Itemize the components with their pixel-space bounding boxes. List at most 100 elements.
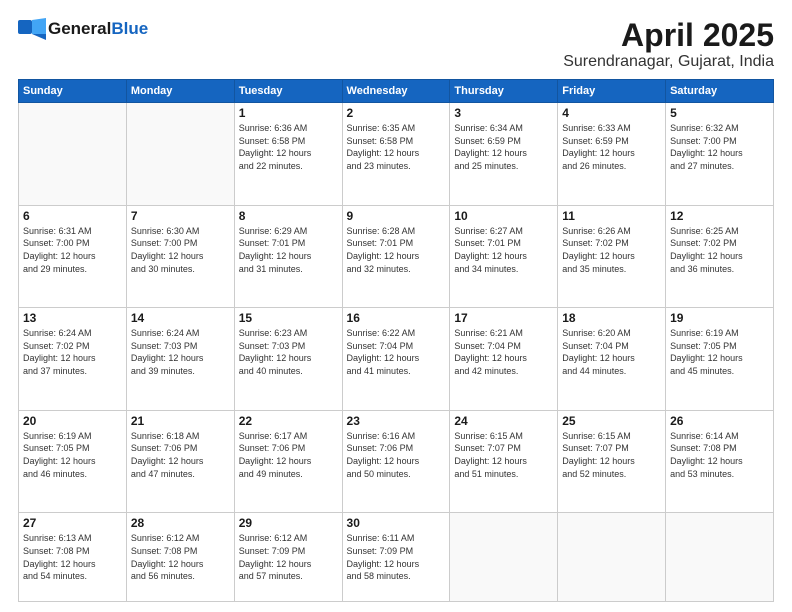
day-info: Sunrise: 6:12 AM Sunset: 7:08 PM Dayligh… (131, 532, 230, 582)
day-number: 19 (670, 311, 769, 325)
day-info: Sunrise: 6:30 AM Sunset: 7:00 PM Dayligh… (131, 225, 230, 275)
table-cell: 3 Sunrise: 6:34 AM Sunset: 6:59 PM Daylig… (450, 103, 558, 206)
table-cell: 14 Sunrise: 6:24 AM Sunset: 7:03 PM Dayli… (126, 308, 234, 411)
col-wednesday: Wednesday (342, 80, 450, 103)
day-number: 11 (562, 209, 661, 223)
col-saturday: Saturday (666, 80, 774, 103)
logo: GeneralBlue (18, 18, 148, 40)
day-number: 3 (454, 106, 553, 120)
day-number: 27 (23, 516, 122, 530)
calendar-table: Sunday Monday Tuesday Wednesday Thursday… (18, 79, 774, 602)
day-info: Sunrise: 6:27 AM Sunset: 7:01 PM Dayligh… (454, 225, 553, 275)
day-number: 23 (347, 414, 446, 428)
table-cell: 18 Sunrise: 6:20 AM Sunset: 7:04 PM Dayli… (558, 308, 666, 411)
day-info: Sunrise: 6:16 AM Sunset: 7:06 PM Dayligh… (347, 430, 446, 480)
day-number: 15 (239, 311, 338, 325)
day-number: 30 (347, 516, 446, 530)
table-cell: 8 Sunrise: 6:29 AM Sunset: 7:01 PM Daylig… (234, 205, 342, 308)
day-number: 20 (23, 414, 122, 428)
day-info: Sunrise: 6:17 AM Sunset: 7:06 PM Dayligh… (239, 430, 338, 480)
table-cell: 19Sunrise: 6:19 AM Sunset: 7:05 PM Dayli… (666, 308, 774, 411)
day-info: Sunrise: 6:20 AM Sunset: 7:04 PM Dayligh… (562, 327, 661, 377)
day-number: 18 (562, 311, 661, 325)
day-info: Sunrise: 6:29 AM Sunset: 7:01 PM Dayligh… (239, 225, 338, 275)
day-number: 16 (347, 311, 446, 325)
day-number: 8 (239, 209, 338, 223)
day-info: Sunrise: 6:15 AM Sunset: 7:07 PM Dayligh… (454, 430, 553, 480)
day-number: 29 (239, 516, 338, 530)
table-cell (450, 513, 558, 602)
header: GeneralBlue April 2025 Surendranagar, Gu… (18, 18, 774, 71)
day-info: Sunrise: 6:11 AM Sunset: 7:09 PM Dayligh… (347, 532, 446, 582)
day-number: 25 (562, 414, 661, 428)
day-number: 22 (239, 414, 338, 428)
table-cell: 24 Sunrise: 6:15 AM Sunset: 7:07 PM Dayli… (450, 410, 558, 513)
day-info: Sunrise: 6:32 AM Sunset: 7:00 PM Dayligh… (670, 122, 769, 172)
logo-icon (18, 18, 46, 40)
day-info: Sunrise: 6:23 AM Sunset: 7:03 PM Dayligh… (239, 327, 338, 377)
table-cell: 16 Sunrise: 6:22 AM Sunset: 7:04 PM Dayli… (342, 308, 450, 411)
day-info: Sunrise: 6:36 AM Sunset: 6:58 PM Dayligh… (239, 122, 338, 172)
day-info: Sunrise: 6:19 AM Sunset: 7:05 PM Dayligh… (23, 430, 122, 480)
day-number: 24 (454, 414, 553, 428)
table-cell: 10Sunrise: 6:27 AM Sunset: 7:01 PM Dayli… (450, 205, 558, 308)
table-cell (666, 513, 774, 602)
day-number: 12 (670, 209, 769, 223)
table-cell: 25 Sunrise: 6:15 AM Sunset: 7:07 PM Dayli… (558, 410, 666, 513)
table-cell: 6Sunrise: 6:31 AM Sunset: 7:00 PM Daylig… (19, 205, 127, 308)
day-number: 21 (131, 414, 230, 428)
table-cell: 15 Sunrise: 6:23 AM Sunset: 7:03 PM Dayli… (234, 308, 342, 411)
day-number: 13 (23, 311, 122, 325)
table-cell: 21Sunrise: 6:18 AM Sunset: 7:06 PM Dayli… (126, 410, 234, 513)
table-cell: 1Sunrise: 6:36 AM Sunset: 6:58 PM Daylig… (234, 103, 342, 206)
logo-blue: Blue (111, 19, 148, 38)
table-cell: 17 Sunrise: 6:21 AM Sunset: 7:04 PM Dayli… (450, 308, 558, 411)
day-info: Sunrise: 6:33 AM Sunset: 6:59 PM Dayligh… (562, 122, 661, 172)
table-cell: 2 Sunrise: 6:35 AM Sunset: 6:58 PM Daylig… (342, 103, 450, 206)
col-monday: Monday (126, 80, 234, 103)
table-cell (19, 103, 127, 206)
day-number: 17 (454, 311, 553, 325)
table-cell: 29 Sunrise: 6:12 AM Sunset: 7:09 PM Dayli… (234, 513, 342, 602)
day-info: Sunrise: 6:34 AM Sunset: 6:59 PM Dayligh… (454, 122, 553, 172)
day-info: Sunrise: 6:35 AM Sunset: 6:58 PM Dayligh… (347, 122, 446, 172)
day-number: 5 (670, 106, 769, 120)
table-cell: 28 Sunrise: 6:12 AM Sunset: 7:08 PM Dayli… (126, 513, 234, 602)
day-info: Sunrise: 6:22 AM Sunset: 7:04 PM Dayligh… (347, 327, 446, 377)
day-info: Sunrise: 6:12 AM Sunset: 7:09 PM Dayligh… (239, 532, 338, 582)
day-number: 4 (562, 106, 661, 120)
day-info: Sunrise: 6:15 AM Sunset: 7:07 PM Dayligh… (562, 430, 661, 480)
table-cell: 30 Sunrise: 6:11 AM Sunset: 7:09 PM Dayli… (342, 513, 450, 602)
day-number: 2 (347, 106, 446, 120)
calendar-subtitle: Surendranagar, Gujarat, India (563, 53, 774, 71)
table-cell (558, 513, 666, 602)
table-cell: 9 Sunrise: 6:28 AM Sunset: 7:01 PM Daylig… (342, 205, 450, 308)
day-number: 28 (131, 516, 230, 530)
table-cell: 7 Sunrise: 6:30 AM Sunset: 7:00 PM Daylig… (126, 205, 234, 308)
table-cell: 12 Sunrise: 6:25 AM Sunset: 7:02 PM Dayli… (666, 205, 774, 308)
table-cell: 13 Sunrise: 6:24 AM Sunset: 7:02 PM Dayli… (19, 308, 127, 411)
table-cell: 5 Sunrise: 6:32 AM Sunset: 7:00 PM Daylig… (666, 103, 774, 206)
table-cell: 11Sunrise: 6:26 AM Sunset: 7:02 PM Dayli… (558, 205, 666, 308)
day-info: Sunrise: 6:14 AM Sunset: 7:08 PM Dayligh… (670, 430, 769, 480)
calendar-header-row: Sunday Monday Tuesday Wednesday Thursday… (19, 80, 774, 103)
table-cell (126, 103, 234, 206)
calendar-title: April 2025 (563, 18, 774, 53)
day-number: 9 (347, 209, 446, 223)
table-cell: 26Sunrise: 6:14 AM Sunset: 7:08 PM Dayli… (666, 410, 774, 513)
col-sunday: Sunday (19, 80, 127, 103)
day-info: Sunrise: 6:13 AM Sunset: 7:08 PM Dayligh… (23, 532, 122, 582)
day-number: 7 (131, 209, 230, 223)
col-friday: Friday (558, 80, 666, 103)
col-thursday: Thursday (450, 80, 558, 103)
day-info: Sunrise: 6:24 AM Sunset: 7:03 PM Dayligh… (131, 327, 230, 377)
day-number: 14 (131, 311, 230, 325)
col-tuesday: Tuesday (234, 80, 342, 103)
day-info: Sunrise: 6:24 AM Sunset: 7:02 PM Dayligh… (23, 327, 122, 377)
table-cell: 22 Sunrise: 6:17 AM Sunset: 7:06 PM Dayli… (234, 410, 342, 513)
day-info: Sunrise: 6:21 AM Sunset: 7:04 PM Dayligh… (454, 327, 553, 377)
logo-general: General (48, 19, 111, 38)
table-cell: 4 Sunrise: 6:33 AM Sunset: 6:59 PM Daylig… (558, 103, 666, 206)
day-info: Sunrise: 6:28 AM Sunset: 7:01 PM Dayligh… (347, 225, 446, 275)
day-info: Sunrise: 6:25 AM Sunset: 7:02 PM Dayligh… (670, 225, 769, 275)
